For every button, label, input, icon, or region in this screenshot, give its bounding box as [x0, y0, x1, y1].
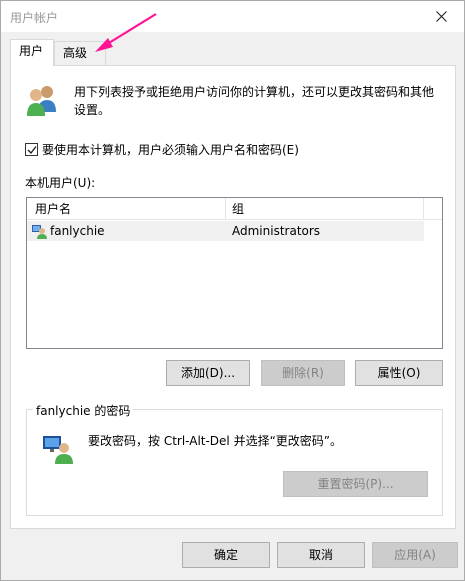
users-list[interactable]: 用户名 组 fanlychie Administrators	[26, 197, 443, 349]
tab-advanced[interactable]: 高级	[54, 41, 106, 65]
user-group: Administrators	[232, 224, 321, 238]
require-login-row[interactable]: 要使用本计算机，用户必须输入用户名和密码(E)	[25, 141, 299, 158]
user-icon	[32, 225, 47, 239]
cancel-button[interactable]: 取消	[277, 542, 365, 568]
properties-button[interactable]: 属性(O)	[355, 360, 443, 386]
users-list-header: 用户名 组	[27, 198, 442, 220]
require-login-checkbox[interactable]	[25, 143, 38, 156]
close-icon	[435, 11, 447, 22]
require-login-label: 要使用本计算机，用户必须输入用户名和密码(E)	[42, 143, 299, 157]
add-user-button[interactable]: 添加(D)...	[166, 360, 250, 386]
intro-text: 用下列表授予或拒绝用户访问你的计算机，还可以更改其密码和其他设置。	[74, 85, 435, 117]
column-header-group[interactable]: 组	[226, 198, 424, 220]
users-tab-panel: 用下列表授予或拒绝用户访问你的计算机，还可以更改其密码和其他设置。 要使用本计算…	[10, 65, 456, 529]
user-name: fanlychie	[50, 224, 105, 238]
remove-user-button[interactable]: 删除(R)	[261, 360, 345, 386]
checkmark-icon	[27, 145, 37, 154]
local-users-label: 本机用户(U):	[25, 176, 96, 190]
password-icon	[43, 436, 73, 464]
user-accounts-window: 用户帐户 用户 高级 用下列表授予或拒绝用户访问你的计算机，还可以更改其密码和其…	[0, 0, 465, 581]
password-groupbox: fanlychie 的密码 要改密码，按 Ctrl-Alt-Del 并选择“更改…	[26, 402, 443, 516]
window-title: 用户帐户	[10, 11, 59, 25]
password-group-title: fanlychie 的密码	[33, 402, 134, 419]
apply-button[interactable]: 应用(A)	[372, 542, 458, 568]
close-button[interactable]	[418, 1, 464, 32]
title-bar: 用户帐户	[1, 1, 464, 32]
users-icon	[27, 86, 56, 116]
reset-password-button[interactable]: 重置密码(P)...	[283, 471, 428, 497]
tab-users[interactable]: 用户	[10, 39, 54, 66]
column-header-username[interactable]: 用户名	[27, 198, 226, 220]
password-instructions: 要改密码，按 Ctrl-Alt-Del 并选择“更改密码”。	[88, 434, 343, 448]
ok-button[interactable]: 确定	[182, 542, 270, 568]
table-row[interactable]: fanlychie Administrators	[27, 221, 424, 241]
user-name-cell: fanlychie	[27, 223, 226, 239]
